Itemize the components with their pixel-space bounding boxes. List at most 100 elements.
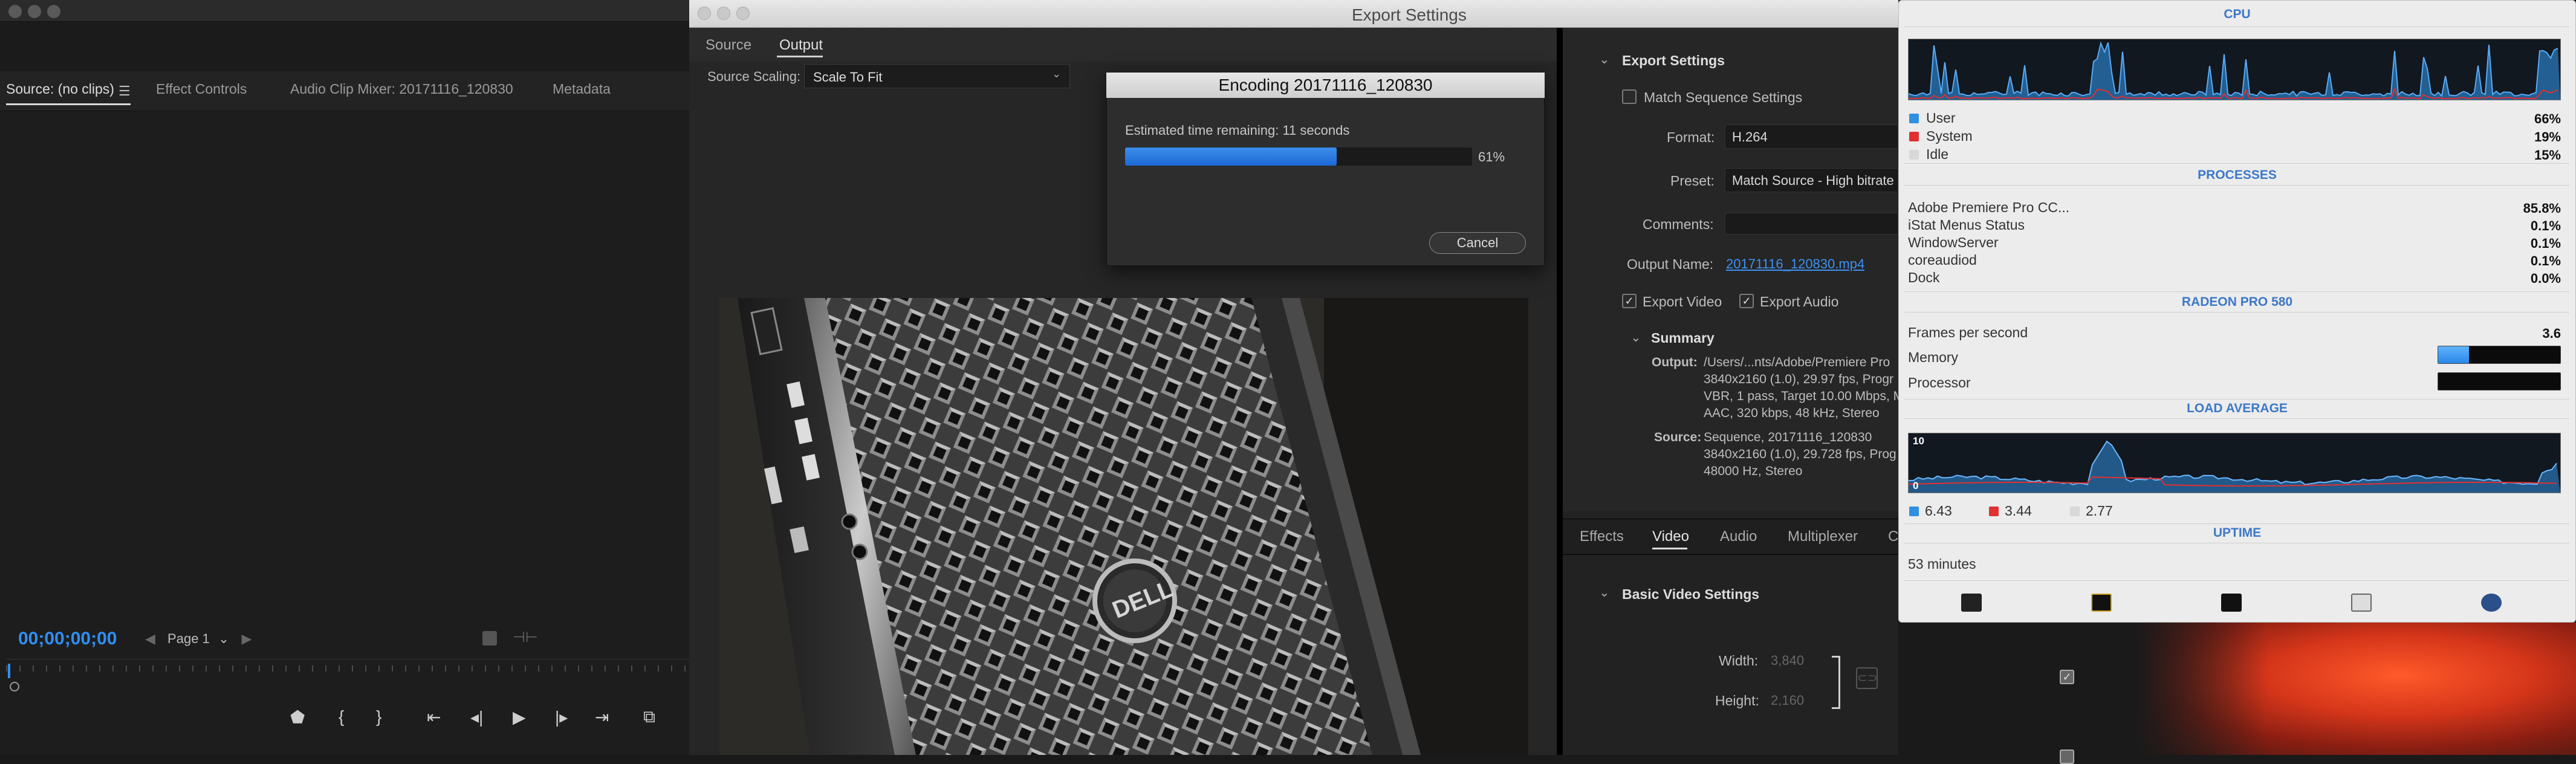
go-to-in-icon[interactable]: ⇤ — [427, 707, 441, 727]
process-value: 0.1% — [2530, 236, 2561, 251]
playhead[interactable] — [8, 664, 10, 678]
zoom-window-icon[interactable] — [47, 5, 60, 18]
terminal-icon[interactable] — [2221, 594, 2242, 612]
uptime-header: UPTIME — [2213, 526, 2262, 540]
export-audio-checkbox[interactable]: ✓ — [1739, 294, 1754, 308]
tab-metadata[interactable]: Metadata — [553, 81, 611, 97]
tab-audio-clip-mixer[interactable]: Audio Clip Mixer: 20171116_120830 — [290, 81, 513, 97]
source-timeline-ruler[interactable] — [6, 659, 689, 685]
cpu-user-area — [1909, 42, 2560, 100]
summary-source-line: Sequence, 20171116_120830 — [1704, 430, 1872, 444]
source-scaling-select[interactable]: Scale To Fit — [804, 64, 1070, 88]
zoom-window-icon[interactable] — [736, 7, 750, 20]
minimize-window-icon[interactable] — [717, 7, 730, 20]
close-window-icon[interactable] — [8, 5, 22, 18]
tab-audio[interactable]: Audio — [1720, 528, 1757, 545]
output-preview-image: DELL — [719, 298, 1528, 755]
cpu-user-label: User — [1926, 110, 1956, 126]
console-icon[interactable] — [2091, 594, 2112, 612]
load-graph-svg — [1908, 440, 2560, 493]
fps-label: Frames per second — [1908, 325, 2028, 340]
load-5-value: 3.44 — [2005, 503, 2032, 519]
process-name[interactable]: WindowServer — [1908, 235, 1999, 251]
system-info-icon[interactable] — [2351, 594, 2372, 612]
disclosure-triangle-icon[interactable]: ⌄ — [1599, 585, 1610, 600]
page-next-icon[interactable]: ▶ — [241, 631, 251, 646]
source-scaling-label: Source Scaling: — [707, 69, 801, 84]
gpu-memory-fill — [2438, 346, 2469, 363]
divider — [1904, 523, 2569, 524]
divider — [1904, 163, 2569, 164]
pane-divider[interactable] — [1557, 28, 1563, 755]
cpu-system-value: 19% — [2534, 129, 2561, 144]
tab-effect-controls[interactable]: Effect Controls — [156, 81, 247, 97]
cpu-idle-label: Idle — [1926, 146, 1949, 162]
summary-source-line: 3840x2160 (1.0), 29.728 fps, Prog — [1704, 447, 1896, 461]
process-name[interactable]: Dock — [1908, 270, 1939, 286]
process-name[interactable]: iStat Menus Status — [1908, 217, 2025, 233]
export-video-checkbox[interactable]: ✓ — [1622, 294, 1637, 308]
step-back-icon[interactable]: ◂| — [470, 707, 483, 727]
tab-video[interactable]: Video — [1652, 528, 1689, 545]
tab-effects[interactable]: Effects — [1580, 528, 1624, 545]
process-name[interactable]: Adobe Premiere Pro CC... — [1908, 199, 2069, 216]
mark-out-icon[interactable]: } — [376, 707, 381, 727]
desktop-wallpaper-shadow — [2134, 623, 2267, 755]
process-name[interactable]: coreaudiod — [1908, 252, 1977, 268]
source-timecode[interactable]: 00;00;00;00 — [18, 629, 117, 649]
cancel-button[interactable]: Cancel — [1429, 232, 1526, 254]
load-1min-area — [1909, 441, 2560, 493]
safe-margins-icon[interactable] — [482, 631, 497, 646]
idle-swatch — [1909, 150, 1919, 160]
disclosure-triangle-icon[interactable]: ⌄ — [1599, 52, 1610, 67]
load-5-swatch — [1989, 507, 1999, 516]
activity-monitor-icon[interactable] — [1961, 594, 1982, 612]
page-navigator: ◀ Page 1 ⌄ ▶ — [145, 631, 251, 647]
export-title-bar — [689, 0, 1898, 28]
divider — [1904, 291, 2569, 292]
height-value[interactable]: 2,160 — [1771, 693, 1804, 708]
istat-preferences-icon[interactable] — [2481, 594, 2502, 612]
comments-field[interactable] — [1725, 213, 1898, 235]
close-window-icon[interactable] — [698, 7, 711, 20]
system-swatch — [1909, 132, 1919, 141]
tab-multiplexer[interactable]: Multiplexer — [1788, 528, 1858, 545]
disclosure-triangle-icon[interactable]: ⌄ — [1630, 330, 1641, 345]
tab-source[interactable]: Source: (no clips) — [6, 81, 114, 97]
go-to-out-icon[interactable]: ⇥ — [595, 707, 609, 727]
resize-checkbox[interactable] — [2060, 749, 2074, 764]
fit-icon[interactable]: ⊣⊢ — [513, 629, 538, 646]
play-icon[interactable]: ▶ — [513, 707, 526, 727]
tab-source[interactable]: Source — [706, 37, 751, 54]
insert-icon[interactable]: ⧉ — [643, 707, 655, 727]
playhead-handle[interactable] — [10, 682, 19, 691]
cpu-header: CPU — [2224, 7, 2251, 21]
cpu-idle-value: 15% — [2534, 147, 2561, 163]
summary-source-line: 48000 Hz, Stereo — [1704, 464, 1803, 478]
page-prev-icon[interactable]: ◀ — [145, 631, 155, 646]
gpu-memory-label: Memory — [1908, 349, 1959, 365]
load-15-swatch — [2070, 507, 2080, 516]
load-average-graph — [1908, 433, 2561, 493]
encoding-progress-percent: 61% — [1478, 149, 1505, 164]
chevron-down-icon[interactable]: ⌄ — [1052, 68, 1061, 80]
width-value[interactable]: 3,840 — [1771, 653, 1804, 668]
chevron-down-icon[interactable]: ⌄ — [218, 631, 229, 646]
match-source-checkbox[interactable]: ✓ — [2060, 670, 2074, 684]
minimize-window-icon[interactable] — [28, 5, 41, 18]
mark-in-icon[interactable]: { — [339, 707, 344, 727]
panel-menu-icon[interactable]: ☰ — [118, 83, 131, 99]
step-forward-icon[interactable]: |▸ — [555, 707, 568, 727]
link-chain-icon[interactable]: ⊂⊃ — [1856, 667, 1878, 689]
summary-output-line: 3840x2160 (1.0), 29.97 fps, Progr — [1704, 372, 1894, 386]
tab-captions[interactable]: C — [1888, 528, 1898, 545]
add-marker-icon[interactable]: ⬟ — [290, 707, 305, 727]
active-tab-indicator — [1652, 548, 1687, 549]
output-name-link[interactable]: 20171116_120830.mp4 — [1726, 256, 1864, 272]
output-name-label: Output Name: — [1627, 256, 1714, 272]
user-swatch — [1909, 114, 1919, 123]
tab-output[interactable]: Output — [779, 37, 823, 54]
match-sequence-checkbox[interactable] — [1622, 89, 1637, 104]
page-select[interactable]: Page 1 — [167, 631, 210, 646]
gpu-memory-bar — [2438, 346, 2561, 364]
